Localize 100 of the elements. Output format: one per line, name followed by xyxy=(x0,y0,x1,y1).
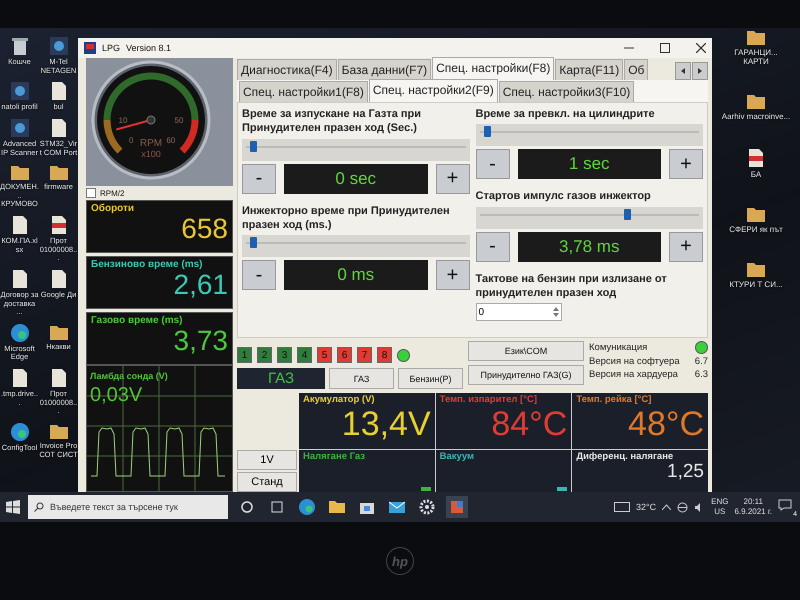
value-display: 1 sec xyxy=(518,149,661,180)
decrease-button[interactable]: - xyxy=(242,164,276,194)
setting-label: Време за превкл. на цилиндрите xyxy=(476,107,656,122)
slider-thumb[interactable] xyxy=(624,208,632,220)
slider-thumb[interactable] xyxy=(484,126,491,138)
document-icon xyxy=(12,215,28,235)
level-bar xyxy=(420,487,431,491)
chevron-up-icon[interactable] xyxy=(662,504,672,510)
scroll-right-button[interactable] xyxy=(692,62,708,80)
cylinder-indicator: 8 xyxy=(377,347,392,363)
maximize-icon[interactable] xyxy=(660,43,670,53)
value-display: 0 ms xyxy=(284,260,428,290)
cylinder-indicator: 1 xyxy=(237,347,252,363)
increase-button[interactable]: + xyxy=(436,260,470,290)
increase-button[interactable]: + xyxy=(669,149,703,180)
tile-label: Налягане Газ xyxy=(303,451,366,462)
decrease-button[interactable]: - xyxy=(476,232,510,262)
cylinder-indicator: 6 xyxy=(337,347,352,363)
mode-button[interactable]: ГАЗ xyxy=(329,368,394,389)
gauge-tick-label: 0 xyxy=(128,136,134,145)
clock-date[interactable]: 6.9.2021 г. xyxy=(734,507,772,517)
desktop-icon-label[interactable]: БА xyxy=(750,170,762,179)
notification-icon[interactable] xyxy=(778,499,792,511)
clock-time[interactable]: 20:11 xyxy=(744,497,763,507)
left-triangle-icon[interactable] xyxy=(681,68,685,74)
tab[interactable]: Спец. настройки1(F8) xyxy=(239,81,368,102)
tab[interactable]: Диагностика(F4) xyxy=(237,59,337,80)
cylinder-indicator: 3 xyxy=(277,347,292,363)
fuel-mode-display: ГАЗ xyxy=(237,368,325,389)
setting-label: Инжекторно време при Принудителен празен ход (ms.) xyxy=(242,204,451,232)
decrease-button[interactable]: - xyxy=(242,260,276,290)
slider-thumb[interactable] xyxy=(250,140,258,152)
app-icon xyxy=(10,81,30,102)
desktop-icon-label[interactable]: Aarhiv macroinve... xyxy=(722,112,790,122)
side-button[interactable]: Станд xyxy=(237,472,297,492)
search-field[interactable]: Въведете текст за търсене тук xyxy=(28,495,228,519)
desktop-icon-label[interactable]: КТУРИ Т СИ... xyxy=(729,280,783,290)
close-icon[interactable] xyxy=(696,43,706,53)
language-com-button[interactable]: Език\COM xyxy=(468,341,584,361)
tile-value: 48°C xyxy=(627,405,704,443)
desktop-icon-label[interactable]: ГАРАНЦИ... КАРТИ xyxy=(721,48,791,66)
tab[interactable]: Спец. настройки3(F10) xyxy=(498,81,634,102)
value-display: 3,78 ms xyxy=(518,232,661,262)
cylinder-indicator: 7 xyxy=(357,347,372,363)
tab[interactable]: Карта(F11) xyxy=(555,59,624,80)
swirl-app-icon[interactable] xyxy=(296,496,318,518)
swirl-app-icon xyxy=(10,422,30,442)
tile-label: Диференц. налягане xyxy=(576,451,674,462)
weather-text[interactable]: 32°C xyxy=(636,502,656,512)
folder-icon xyxy=(48,163,68,182)
setting-label: Време за изпускане на Газта при Принудителен празен ход (Sec.) xyxy=(242,107,422,136)
side-button[interactable]: 1V xyxy=(237,450,297,470)
window-title: LPG xyxy=(102,43,120,53)
network-icon[interactable] xyxy=(677,502,688,512)
desktop-icon-label[interactable]: СФЕРИ як път xyxy=(729,224,783,234)
mode-button[interactable]: Бензин(P) xyxy=(398,368,463,389)
language-indicator[interactable]: ENG xyxy=(711,497,728,507)
tile-label: Вакуум xyxy=(440,451,476,462)
cylinder-indicator: 5 xyxy=(317,347,332,363)
start-icon[interactable] xyxy=(6,500,20,514)
tile-label: Акумулатор (V) xyxy=(303,394,376,405)
document-icon xyxy=(50,118,66,138)
checkbox[interactable] xyxy=(86,188,96,198)
readout-value: 3,73 xyxy=(174,327,228,355)
increase-button[interactable]: + xyxy=(669,232,703,262)
readout-value: 2,61 xyxy=(174,271,228,299)
tile-label: Темп. рейка [°C] xyxy=(576,394,652,405)
language-indicator[interactable]: US xyxy=(714,507,726,517)
document-icon xyxy=(12,268,28,289)
tile-value: 84°C xyxy=(490,405,568,443)
readout-value: 658 xyxy=(181,215,228,243)
right-triangle-icon[interactable] xyxy=(698,68,702,74)
spin-arrows-icon[interactable] xyxy=(552,306,558,318)
info-value: 6.7 xyxy=(694,356,708,367)
readout-label: Ламбда сонда (V) xyxy=(89,370,169,383)
readout-label: Обороти xyxy=(91,203,136,214)
document-icon xyxy=(12,368,28,388)
gauge-tick-label: 10 xyxy=(118,116,128,125)
readout-value: 0,03V xyxy=(89,384,144,407)
app-icon xyxy=(10,118,30,138)
tile-value: 1,25 xyxy=(666,462,704,482)
gauge-scale: x100 xyxy=(141,149,161,159)
slider-thumb[interactable] xyxy=(250,237,258,248)
document-icon xyxy=(50,368,66,388)
info-label: Версия на хардуера xyxy=(589,369,678,380)
decrease-button[interactable]: - xyxy=(476,149,510,180)
mode-button[interactable]: Принудително ГАЗ(G) xyxy=(468,365,584,385)
tab[interactable]: Спец. настройки2(F9) xyxy=(368,79,498,102)
spin-field[interactable]: 0 xyxy=(476,303,562,322)
info-value: 6.3 xyxy=(694,369,708,380)
cylinder-indicator: 2 xyxy=(257,347,272,363)
scroll-left-button[interactable] xyxy=(675,62,691,80)
tab[interactable]: Об xyxy=(624,59,648,80)
tab[interactable]: База данни(F7) xyxy=(338,59,432,80)
gauge-tick-label: 50 xyxy=(174,116,184,125)
info-label: Комуникация xyxy=(589,342,648,353)
increase-button[interactable]: + xyxy=(436,164,470,194)
app-icon[interactable] xyxy=(446,496,468,518)
version-label: Version 8.1 xyxy=(126,43,172,53)
tab[interactable]: Спец. настройки(F8) xyxy=(432,57,554,80)
